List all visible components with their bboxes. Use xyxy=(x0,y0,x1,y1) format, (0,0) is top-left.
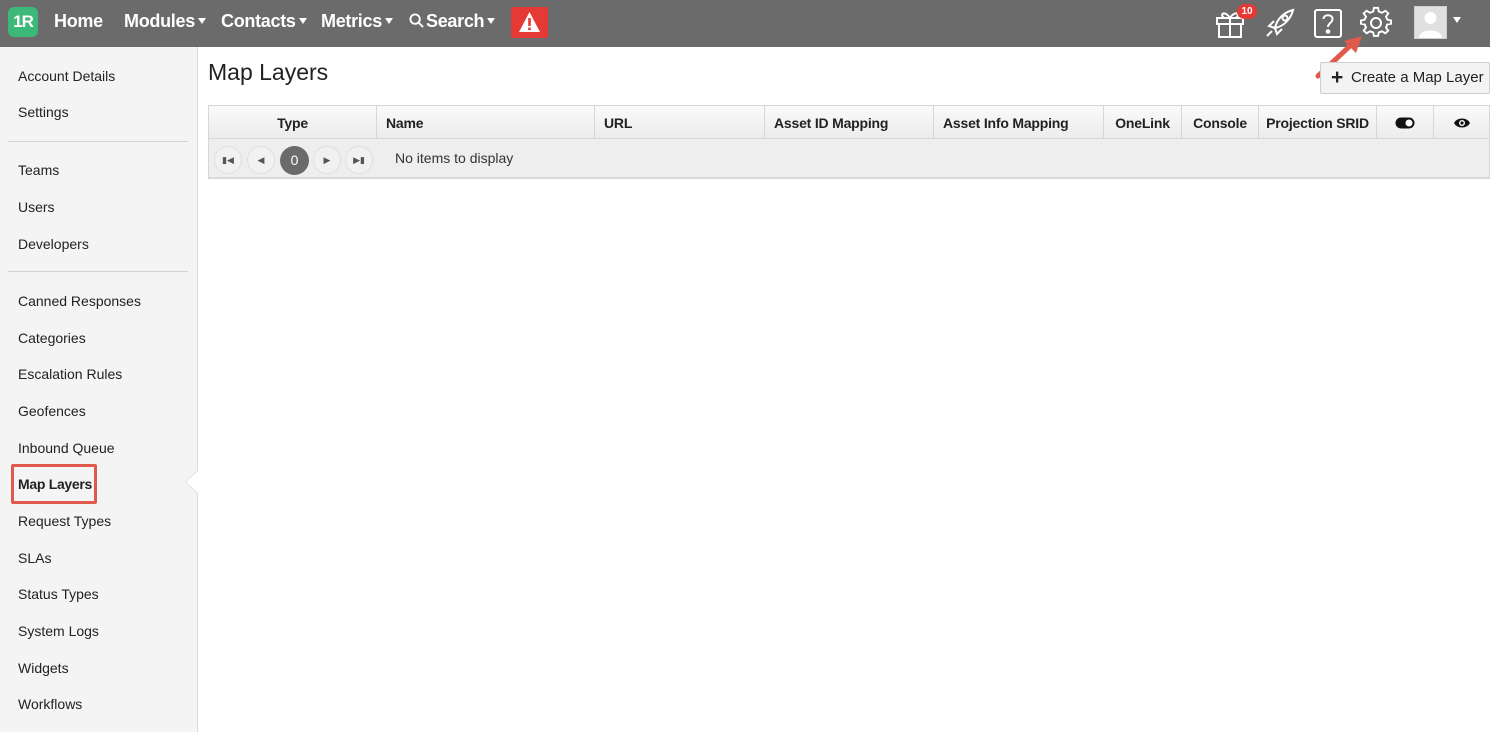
previous-page-icon: ◀ xyxy=(257,155,265,165)
last-page-button[interactable]: ▶▮ xyxy=(345,146,373,174)
sidebar-divider xyxy=(8,141,188,142)
column-header-name[interactable]: Name xyxy=(377,106,595,139)
chevron-down-icon xyxy=(298,17,307,24)
sidebar-item-workflows[interactable]: Workflows xyxy=(18,696,82,712)
nav-metrics[interactable]: Metrics xyxy=(321,11,393,32)
eye-icon xyxy=(1453,118,1470,128)
create-map-layer-button[interactable]: + Create a Map Layer xyxy=(1320,62,1490,94)
nav-home[interactable]: Home xyxy=(54,11,103,32)
nav-home-label: Home xyxy=(54,11,103,31)
create-map-layer-label: Create a Map Layer xyxy=(1351,69,1484,86)
sidebar-item-developers[interactable]: Developers xyxy=(18,236,89,252)
user-avatar[interactable] xyxy=(1414,6,1447,39)
alert-icon xyxy=(519,12,540,32)
sidebar-item-account-details[interactable]: Account Details xyxy=(18,68,115,84)
pager-status-message: No items to display xyxy=(395,150,514,166)
next-page-icon: ▶ xyxy=(323,155,331,165)
first-page-icon: ▮◀ xyxy=(222,155,234,165)
column-header-projection-srid[interactable]: Projection SRID xyxy=(1259,106,1377,139)
sidebar-item-escalation-rules[interactable]: Escalation Rules xyxy=(18,366,122,382)
nav-modules[interactable]: Modules xyxy=(124,11,206,32)
page-title: Map Layers xyxy=(208,59,329,85)
nav-search-label: Search xyxy=(426,11,485,31)
sidebar-item-settings[interactable]: Settings xyxy=(18,104,69,120)
column-header-asset-id-mapping[interactable]: Asset ID Mapping xyxy=(765,106,934,139)
nav-modules-label: Modules xyxy=(124,11,195,31)
rocket-button[interactable] xyxy=(1263,6,1297,40)
sidebar-item-teams[interactable]: Teams xyxy=(18,162,59,178)
nav-search[interactable]: Search xyxy=(409,11,496,32)
column-header-url[interactable]: URL xyxy=(595,106,765,139)
nav-metrics-label: Metrics xyxy=(321,11,382,31)
column-header-type[interactable]: Type xyxy=(209,106,377,139)
nav-contacts-label: Contacts xyxy=(221,11,296,31)
column-header-onelink[interactable]: OneLink xyxy=(1104,106,1182,139)
rocket-icon xyxy=(1266,8,1295,37)
map-layers-grid: Type Name URL Asset ID Mapping Asset Inf… xyxy=(208,105,1490,179)
current-page-indicator[interactable]: 0 xyxy=(280,146,309,175)
notification-badge: 10 xyxy=(1237,4,1257,19)
first-page-button[interactable]: ▮◀ xyxy=(214,146,242,174)
sidebar-item-inbound-queue[interactable]: Inbound Queue xyxy=(18,440,115,456)
toggle-icon xyxy=(1395,117,1415,129)
sidebar-item-users[interactable]: Users xyxy=(18,199,55,215)
nav-contacts[interactable]: Contacts xyxy=(221,11,307,32)
sidebar-item-categories[interactable]: Categories xyxy=(18,330,86,346)
column-header-enabled[interactable] xyxy=(1377,106,1434,139)
settings-sidebar: Account Details Settings Teams Users Dev… xyxy=(0,47,198,732)
column-header-asset-info-mapping[interactable]: Asset Info Mapping xyxy=(934,106,1104,139)
top-navigation-bar: 1R Home Modules Contacts Metrics Search … xyxy=(0,0,1490,47)
grid-header: Type Name URL Asset ID Mapping Asset Inf… xyxy=(209,106,1489,139)
column-header-visible[interactable] xyxy=(1434,106,1489,139)
sidebar-item-status-types[interactable]: Status Types xyxy=(18,586,99,602)
chevron-down-icon xyxy=(384,17,393,24)
sidebar-item-slas[interactable]: SLAs xyxy=(18,550,51,566)
chevron-down-icon[interactable] xyxy=(1453,17,1461,23)
plus-icon: + xyxy=(1331,66,1344,89)
next-page-button[interactable]: ▶ xyxy=(313,146,341,174)
grid-pager: ▮◀ ◀ 0 ▶ ▶▮ No items to display xyxy=(209,140,1489,178)
chevron-down-icon xyxy=(487,17,496,24)
sidebar-item-system-logs[interactable]: System Logs xyxy=(18,623,99,639)
active-item-pointer xyxy=(186,471,198,493)
last-page-icon: ▶▮ xyxy=(353,155,365,165)
sidebar-item-widgets[interactable]: Widgets xyxy=(18,660,69,676)
sidebar-item-canned-responses[interactable]: Canned Responses xyxy=(18,293,141,309)
sidebar-item-geofences[interactable]: Geofences xyxy=(18,403,86,419)
search-icon xyxy=(409,13,424,28)
alert-button[interactable] xyxy=(511,7,548,38)
chevron-down-icon xyxy=(197,17,206,24)
sidebar-item-request-types[interactable]: Request Types xyxy=(18,513,111,529)
annotation-highlight-box xyxy=(11,464,97,504)
app-logo[interactable]: 1R xyxy=(8,7,38,37)
user-icon xyxy=(1419,12,1442,38)
previous-page-button[interactable]: ◀ xyxy=(247,146,275,174)
column-header-console[interactable]: Console xyxy=(1182,106,1259,139)
sidebar-divider xyxy=(8,271,188,272)
